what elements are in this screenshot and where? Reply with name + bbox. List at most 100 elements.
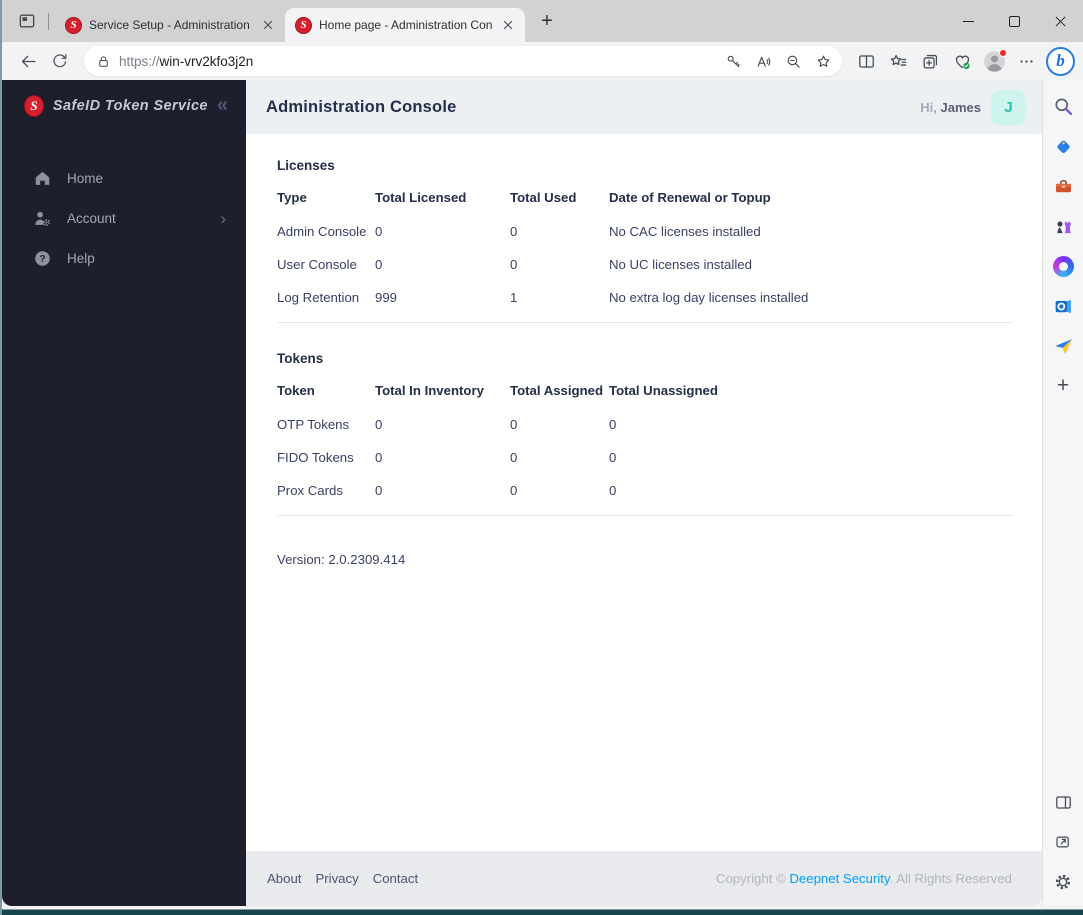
- licenses-table: Type Total Licensed Total Used Date of R…: [277, 190, 1014, 314]
- favorites-star-list-icon: [890, 54, 906, 66]
- browser-essentials-button[interactable]: [946, 45, 978, 77]
- copyright-prefix: Copyright ©: [715, 871, 790, 886]
- cell: User Console: [277, 257, 357, 272]
- profile-notification-dot: [999, 49, 1007, 57]
- favorites-button[interactable]: [882, 45, 914, 77]
- rail-shopping-button[interactable]: [1046, 126, 1080, 166]
- rail-open-in-new-button[interactable]: [1046, 822, 1080, 862]
- rail-microsoft-365-button[interactable]: [1046, 246, 1080, 286]
- tab-actions-menu-button[interactable]: [12, 6, 42, 36]
- rail-outlook-button[interactable]: [1046, 286, 1080, 326]
- divider: [277, 322, 1014, 323]
- sidebar-item-home[interactable]: Home: [2, 158, 246, 198]
- sidebar-item-label: Account: [67, 210, 116, 226]
- cell: 0: [510, 257, 518, 272]
- footer-link-contact[interactable]: Contact: [373, 871, 418, 886]
- table-header-row: Type Total Licensed Total Used Date of R…: [277, 190, 1014, 215]
- window-bottom-frame: [2, 906, 1083, 915]
- safeid-favicon: S: [65, 16, 82, 34]
- safeid-favicon: S: [295, 16, 312, 34]
- safeid-logo-icon: S: [24, 95, 44, 117]
- open-in-new-icon: [1056, 836, 1069, 848]
- web-page-viewport: S SafeID Token Service « Home Account › …: [2, 80, 1042, 906]
- sidebar-collapse-button[interactable]: «: [217, 95, 228, 118]
- address-bar[interactable]: https://win-vrv2kfo3j2n: [84, 46, 842, 76]
- copyright-text: Copyright © Deepnet Security. All Rights…: [716, 871, 1012, 886]
- add-favorite-button[interactable]: [808, 47, 838, 75]
- user-avatar[interactable]: J: [991, 89, 1026, 125]
- rail-games-button[interactable]: [1046, 206, 1080, 246]
- close-button[interactable]: [1037, 0, 1083, 42]
- profile-button[interactable]: [978, 45, 1010, 77]
- cell: 0: [375, 417, 383, 432]
- new-tab-button[interactable]: +: [533, 7, 561, 35]
- svg-text:?: ?: [39, 253, 45, 264]
- browser-titlebar: S Service Setup - Administration Co S Ho…: [2, 0, 1083, 42]
- table-row: FIDO Tokens 0 0 0: [277, 441, 1014, 474]
- refresh-icon: [53, 54, 67, 68]
- zoom-out-button[interactable]: [778, 47, 808, 75]
- tab-close-button[interactable]: [259, 16, 277, 34]
- outlook-icon: [1055, 299, 1071, 313]
- tab-close-button[interactable]: [499, 16, 517, 34]
- tokens-section: Tokens Token Total In Inventory Total As…: [277, 351, 1014, 516]
- refresh-button[interactable]: [44, 45, 76, 77]
- zoom-out-icon: [787, 55, 800, 68]
- brand-header: S SafeID Token Service «: [2, 80, 246, 132]
- tokens-title: Tokens: [277, 351, 324, 366]
- url-scheme: https://: [119, 53, 160, 69]
- site-info-lock-button[interactable]: [96, 54, 111, 69]
- side-panel-icon: [1055, 795, 1071, 809]
- footer-link-about[interactable]: About: [267, 871, 301, 886]
- account-user-gear-icon: [35, 211, 50, 226]
- collections-button[interactable]: [914, 45, 946, 77]
- sidebar-item-account[interactable]: Account ›: [2, 198, 246, 238]
- maximize-button[interactable]: [991, 0, 1037, 42]
- tab-actions-icon: [17, 11, 37, 31]
- rail-search-button[interactable]: [1046, 86, 1080, 126]
- read-aloud-icon: [757, 56, 770, 67]
- games-chess-icon: [1056, 221, 1071, 233]
- cell: 0: [510, 450, 518, 465]
- app-sidebar: S SafeID Token Service « Home Account › …: [2, 80, 246, 906]
- footer-links: About Privacy Contact: [267, 871, 418, 886]
- lock-icon: [99, 55, 108, 67]
- search-icon: [1054, 97, 1072, 115]
- table-row: Log Retention 999 1 No extra log day lic…: [277, 281, 1014, 314]
- rail-settings-button[interactable]: [1046, 862, 1080, 902]
- rail-customize-button[interactable]: +: [1046, 366, 1080, 406]
- split-screen-button[interactable]: [850, 45, 882, 77]
- rail-drop-button[interactable]: [1046, 326, 1080, 366]
- tab-service-setup[interactable]: S Service Setup - Administration Co: [55, 8, 285, 42]
- footer-link-privacy[interactable]: Privacy: [315, 871, 358, 886]
- minimize-button[interactable]: [945, 0, 991, 42]
- password-button[interactable]: [718, 47, 748, 75]
- cell: No CAC licenses installed: [609, 224, 761, 239]
- settings-more-button[interactable]: [1010, 45, 1042, 77]
- column-header: Token: [277, 383, 315, 398]
- toolbox-icon: [1055, 179, 1071, 192]
- back-arrow-icon: [21, 55, 35, 67]
- cell: Prox Cards: [277, 483, 343, 498]
- back-button[interactable]: [12, 45, 44, 77]
- rail-tools-button[interactable]: [1046, 166, 1080, 206]
- sidebar-item-help[interactable]: ? Help: [2, 238, 246, 278]
- licenses-section: Licenses Type Total Licensed Total Used …: [277, 158, 1014, 323]
- brand-name: SafeID Token Service: [52, 98, 208, 114]
- url-host: win-vrv2kfo3j2n: [159, 53, 254, 69]
- page-title: Administration Console: [266, 97, 457, 116]
- tab-title: Home page - Administration Con: [319, 18, 492, 32]
- rail-side-panel-button[interactable]: [1046, 782, 1080, 822]
- copilot-button[interactable]: b: [1046, 46, 1075, 76]
- cell: 0: [375, 450, 383, 465]
- cell: 0: [609, 417, 617, 432]
- read-aloud-button[interactable]: [748, 47, 778, 75]
- tab-home-page[interactable]: S Home page - Administration Con: [285, 8, 525, 42]
- deepnet-security-link[interactable]: Deepnet Security: [789, 871, 889, 886]
- edge-sidebar-rail: +: [1042, 80, 1083, 906]
- sidebar-item-label: Help: [67, 250, 95, 266]
- home-icon: [35, 171, 50, 185]
- microsoft-365-icon: [1052, 255, 1074, 277]
- url-text[interactable]: https://win-vrv2kfo3j2n: [119, 54, 718, 69]
- header-user-area: Hi, James J: [920, 89, 1026, 125]
